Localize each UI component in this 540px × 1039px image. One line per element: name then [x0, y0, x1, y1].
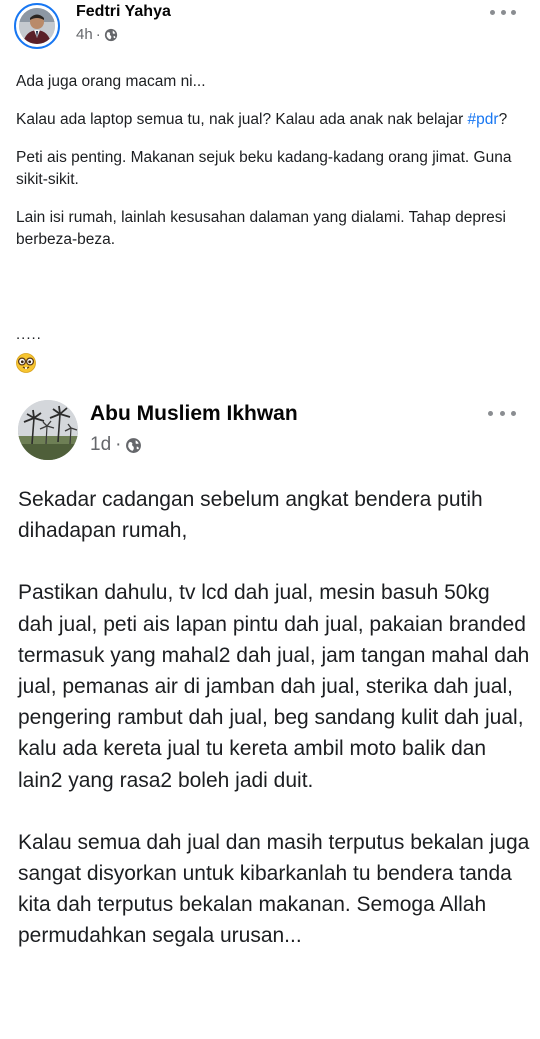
post-text-fragment: ?: [498, 111, 508, 128]
more-options-icon[interactable]: [488, 406, 516, 420]
meta-separator: ·: [115, 434, 122, 455]
shared-author-name[interactable]: Abu Musliem Ikhwan: [90, 402, 298, 426]
post-time[interactable]: 4h: [76, 26, 93, 43]
profile-photo: [19, 8, 55, 44]
shared-post-paragraph: Kalau semua dah jual dan masih terputus …: [18, 830, 530, 948]
shared-author-avatar[interactable]: [18, 400, 78, 460]
avatar[interactable]: [14, 3, 60, 49]
more-options-icon[interactable]: [490, 4, 516, 20]
shared-post-paragraph: Pastikan dahulu, tv lcd dah jual, mesin …: [18, 581, 530, 792]
ellipsis-text: .....: [16, 326, 42, 343]
profile-photo: [18, 400, 78, 460]
outer-post-header: Fedtri Yahya 4h ·: [0, 0, 540, 54]
post-paragraph: Ada juga orang macam ni...: [16, 73, 206, 90]
shared-post-meta: 1d ·: [90, 434, 142, 456]
hashtag-link[interactable]: #pdr: [468, 111, 499, 128]
shared-post-text: Sekadar cadangan sebelum angkat bendera …: [18, 484, 530, 983]
shared-post-header: Abu Musliem Ikhwan 1d ·: [0, 392, 540, 472]
globe-icon: [126, 437, 142, 453]
shared-post-time[interactable]: 1d: [90, 434, 111, 456]
post-text: Ada juga orang macam ni... Kalau ada lap…: [16, 71, 526, 267]
author-name[interactable]: Fedtri Yahya: [76, 3, 171, 21]
meta-separator: ·: [95, 26, 101, 43]
shared-post-paragraph: Sekadar cadangan sebelum angkat bendera …: [18, 488, 483, 543]
post-text-fragment: Kalau ada laptop semua tu, nak jual? Kal…: [16, 111, 468, 128]
globe-icon: [104, 28, 117, 41]
nerd-face-emoji-icon: [16, 353, 36, 373]
post-paragraph: Peti ais penting. Makanan sejuk beku kad…: [16, 149, 512, 188]
post-paragraph: Kalau ada laptop semua tu, nak jual? Kal…: [16, 109, 526, 131]
post-meta: 4h ·: [76, 26, 118, 43]
post-paragraph: Lain isi rumah, lainlah kesusahan dalama…: [16, 209, 506, 248]
